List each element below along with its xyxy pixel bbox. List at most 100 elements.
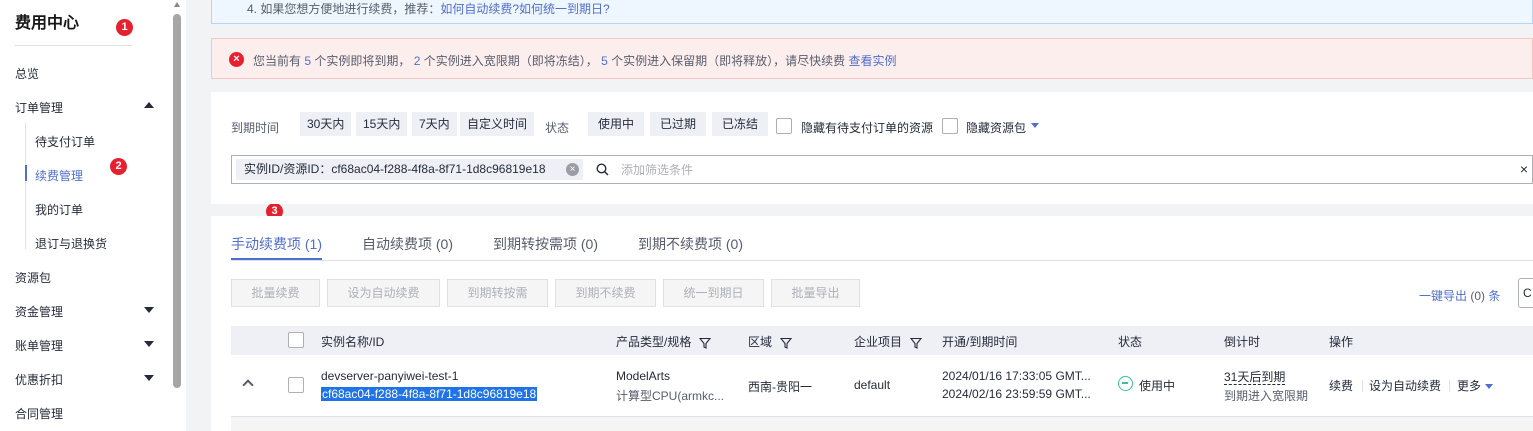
hide-package-checkbox[interactable] (942, 118, 958, 134)
export-all-link[interactable]: 一键导出 (1419, 289, 1467, 303)
no-renew-button[interactable]: 到期不续费 (555, 279, 656, 307)
op-separator (1449, 380, 1450, 392)
sidebar-item-packages[interactable]: 资源包 (15, 269, 51, 286)
submenu-line (25, 123, 26, 249)
in-use-icon (1118, 376, 1133, 391)
sidebar-item-my-orders[interactable]: 我的订单 (35, 201, 83, 218)
sidebar-item-pending-orders[interactable]: 待支付订单 (35, 133, 95, 150)
search-icon[interactable] (596, 163, 609, 176)
filter-icon[interactable] (699, 337, 712, 349)
sidebar-item-returns[interactable]: 退订与退换货 (35, 235, 107, 252)
col-operations: 操作 (1329, 335, 1354, 349)
view-instances-link[interactable]: 查看实例 (849, 54, 897, 68)
sidebar-item-overview[interactable]: 总览 (15, 65, 39, 82)
warning-text: 您当前有 5 个实例即将到期， 2 个实例进入宽限期（即将冻结）， 5 个实例进… (253, 52, 897, 69)
chevron-down-icon[interactable] (1031, 123, 1039, 128)
to-pay-per-use-button[interactable]: 到期转按需 (447, 279, 548, 307)
search-input[interactable] (621, 161, 1021, 179)
more-label: 更多 (1457, 379, 1482, 393)
countdown: 31天后到期 (1224, 368, 1286, 385)
info-banner: 4. 如果您想方便地进行续费，推荐：如何自动续费?如何统一到期日? (211, 0, 1533, 24)
col-region-label: 区域 (748, 335, 773, 349)
sidebar-item-contracts[interactable]: 合同管理 (15, 405, 63, 422)
unify-date-button[interactable]: 统一到期日 (663, 279, 764, 307)
expiry-30-days[interactable]: 30天内 (300, 112, 352, 136)
annotation-badge: 1 (116, 19, 133, 36)
sidebar-title: 费用中心 (15, 15, 80, 32)
hide-package-label[interactable]: 隐藏资源包 (966, 119, 1026, 136)
col-project[interactable]: 企业项目 (854, 333, 923, 350)
col-time: 开通/到期时间 (942, 335, 1018, 349)
error-icon: × (229, 52, 244, 67)
sidebar-item-renewals[interactable]: 续费管理 (35, 167, 83, 184)
sidebar-item-funds[interactable]: 资金管理 (15, 303, 63, 320)
table-header: 实例名称/ID 产品类型/规格 区域 企业项目 开通/到期时间 状态 倒计时 操… (231, 326, 1533, 355)
end-time: 2024/02/16 23:59:59 GMT... (942, 387, 1091, 401)
export-settings-button[interactable]: C (1518, 278, 1533, 308)
close-icon[interactable]: × (566, 163, 579, 176)
export-all[interactable]: 一键导出 (0) 条 (1419, 287, 1500, 304)
batch-renew-button[interactable]: 批量续费 (231, 279, 320, 307)
info-prefix: 4. 如果您想方便地进行续费，推荐： (247, 2, 441, 16)
warning-part: 您当前有 (253, 54, 302, 68)
unify-date-help-link[interactable]: 如何统一到期日? (519, 2, 610, 16)
col-product-label: 产品类型/规格 (616, 335, 692, 349)
export-unit: 条 (1488, 289, 1501, 303)
countdown-text: 31天后到期 (1224, 370, 1286, 385)
col-status: 状态 (1118, 335, 1143, 349)
status-expired[interactable]: 已过期 (650, 112, 707, 136)
instance-name: devserver-panyiwei-test-1 (321, 369, 459, 383)
filter-icon[interactable] (910, 337, 923, 349)
status-in-use[interactable]: 使用中 (588, 112, 645, 136)
expiry-15-days[interactable]: 15天内 (356, 112, 408, 136)
export-count: (0) (1470, 289, 1486, 303)
info-text: 4. 如果您想方便地进行续费，推荐：如何自动续费?如何统一到期日? (247, 0, 610, 17)
hide-pending-label[interactable]: 隐藏有待支付订单的资源 (801, 119, 933, 136)
expiry-custom[interactable]: 自定义时间 (460, 112, 535, 136)
hide-pending-checkbox[interactable] (776, 118, 792, 134)
instance-id: cf68ac04-f288-4f8a-8f71-1d8c96819e18 (321, 387, 538, 401)
scroll-thumb[interactable] (173, 14, 181, 388)
set-auto-renew-button[interactable]: 设为自动续费 (327, 279, 440, 307)
tab-auto-renewal[interactable]: 自动续费项 (0) (362, 234, 453, 254)
expiry-7-days[interactable]: 7天内 (412, 112, 457, 136)
renew-link[interactable]: 续费 (1329, 377, 1353, 394)
tab-no-renewal[interactable]: 到期不续费项 (0) (638, 234, 743, 254)
expiring-count: 5 (304, 54, 312, 68)
expanded-details (231, 417, 1533, 431)
tab-manual-renewal[interactable]: 手动续费项 (1) (231, 234, 322, 254)
product-type: ModelArts (616, 369, 671, 383)
expand-icon[interactable] (144, 375, 154, 381)
op-separator (1362, 380, 1363, 392)
tab-pay-per-use[interactable]: 到期转按需项 (0) (493, 234, 598, 254)
sidebar-item-discounts[interactable]: 优惠折扣 (15, 371, 63, 388)
sidebar-divider (15, 45, 132, 46)
select-all-checkbox[interactable] (288, 332, 304, 348)
warning-part: 个实例进入宽限期（即将冻结）， (423, 54, 598, 68)
expand-icon[interactable] (144, 307, 154, 313)
sidebar-item-orders[interactable]: 订单管理 (15, 99, 63, 116)
row-checkbox[interactable] (288, 377, 304, 393)
chevron-up-icon[interactable] (242, 379, 254, 391)
batch-export-button[interactable]: 批量导出 (771, 279, 860, 307)
sidebar: 费用中心 总览 订单管理 待支付订单 续费管理 我的订单 退订与退换货 资源包 … (0, 0, 186, 431)
col-product[interactable]: 产品类型/规格 (616, 333, 712, 350)
clear-icon[interactable]: × (1520, 161, 1528, 177)
settings-icon: C (1523, 286, 1532, 300)
scroll-up-icon[interactable] (174, 2, 180, 7)
enterprise-project: default (854, 378, 891, 392)
sidebar-item-bills[interactable]: 账单管理 (15, 337, 63, 354)
collapse-icon[interactable] (144, 102, 154, 108)
col-region[interactable]: 区域 (748, 333, 793, 350)
filter-panel: 到期时间 30天内 15天内 7天内 自定义时间 状态 使用中 已过期 已冻结 … (211, 92, 1533, 204)
auto-renew-help-link[interactable]: 如何自动续费? (440, 2, 519, 16)
set-auto-renew-link[interactable]: 设为自动续费 (1369, 377, 1441, 394)
annotation-badge: 2 (110, 158, 127, 175)
start-time: 2024/01/16 17:33:05 GMT... (942, 369, 1091, 383)
expand-icon[interactable] (144, 341, 154, 347)
more-dropdown[interactable]: 更多 (1457, 377, 1494, 394)
warning-part: 个实例即将到期， (314, 54, 411, 68)
filter-icon[interactable] (780, 337, 793, 349)
status-frozen[interactable]: 已冻结 (712, 112, 769, 136)
search-bar[interactable]: 实例ID/资源ID：cf68ac04-f288-4f8a-8f71-1d8c96… (231, 155, 1533, 184)
